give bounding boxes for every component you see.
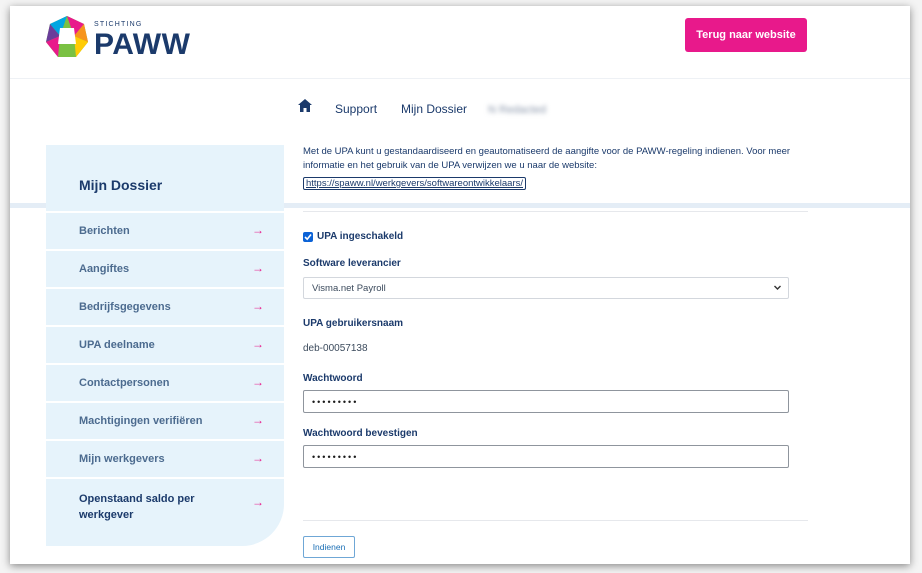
sidebar-item-label: Berichten bbox=[79, 225, 130, 237]
sidebar-item-mijn-werkgevers[interactable]: Mijn werkgevers → bbox=[46, 439, 284, 477]
home-icon[interactable] bbox=[298, 99, 312, 117]
wachtwoord-field[interactable]: ••••••••• bbox=[303, 390, 789, 413]
arrow-right-icon: → bbox=[252, 223, 264, 237]
arrow-right-icon: → bbox=[252, 261, 264, 275]
paww-logo-icon bbox=[46, 16, 88, 57]
arrow-right-icon: → bbox=[252, 375, 264, 389]
intro-text: Met de UPA kunt u gestandaardiseerd en g… bbox=[303, 146, 791, 171]
paww-logo[interactable]: STICHTING PAWW bbox=[44, 12, 194, 68]
upa-gebruikersnaam-value: deb-00057138 bbox=[303, 343, 368, 354]
upa-gebruikersnaam-label: UPA gebruikersnaam bbox=[303, 318, 404, 329]
software-leverancier-select[interactable]: Visma.net Payroll bbox=[303, 277, 789, 299]
browser-frame: STICHTING PAWW Terug naar website Suppor… bbox=[10, 6, 910, 564]
sidebar-item-label: Contactpersonen bbox=[79, 377, 170, 389]
sidebar-item-contactpersonen[interactable]: Contactpersonen → bbox=[46, 363, 284, 401]
arrow-right-icon: → bbox=[252, 337, 264, 351]
sidebar-item-openstaand-saldo[interactable]: Openstaand saldo per werkgever → bbox=[46, 477, 284, 546]
sidebar: Mijn Dossier Berichten → Aangiftes → Bed… bbox=[46, 145, 284, 546]
sidebar-item-berichten[interactable]: Berichten → bbox=[46, 211, 284, 249]
nav-user-menu[interactable]: N Redacted bbox=[488, 100, 554, 116]
nav-mijn-dossier-link[interactable]: Mijn Dossier bbox=[401, 102, 467, 116]
arrow-right-icon: → bbox=[252, 451, 264, 465]
arrow-right-icon: → bbox=[252, 495, 264, 509]
sidebar-item-label: Aangiftes bbox=[79, 263, 130, 275]
wachtwoord-bevestigen-label: Wachtwoord bevestigen bbox=[303, 428, 418, 439]
sidebar-item-label: Openstaand saldo per werkgever bbox=[79, 493, 195, 521]
sidebar-title: Mijn Dossier bbox=[79, 177, 163, 193]
sidebar-item-label: Mijn werkgevers bbox=[79, 453, 165, 465]
logo-subtitle: STICHTING bbox=[94, 21, 143, 28]
sidebar-item-bedrijfsgegevens[interactable]: Bedrijfsgegevens → bbox=[46, 287, 284, 325]
arrow-right-icon: → bbox=[252, 413, 264, 427]
sidebar-item-label: UPA deelname bbox=[79, 339, 155, 351]
software-leverancier-label: Software leverancier bbox=[303, 258, 401, 269]
sidebar-item-machtigingen-verifieren[interactable]: Machtigingen verifiëren → bbox=[46, 401, 284, 439]
section-divider bbox=[303, 211, 808, 212]
upa-settings-panel: Met de UPA kunt u gestandaardiseerd en g… bbox=[303, 145, 808, 558]
upa-enabled-label: UPA ingeschakeld bbox=[317, 231, 404, 242]
nav-support-link[interactable]: Support bbox=[335, 102, 377, 116]
chevron-down-icon bbox=[773, 283, 782, 295]
softwareontwikkelaars-link[interactable]: https://spaww.nl/werkgevers/softwareontw… bbox=[303, 177, 527, 190]
sidebar-item-upa-deelname[interactable]: UPA deelname → bbox=[46, 325, 284, 363]
indienen-button[interactable]: Indienen bbox=[303, 536, 355, 558]
section-divider bbox=[303, 520, 808, 521]
wachtwoord-label: Wachtwoord bbox=[303, 373, 363, 384]
top-navigation: Support Mijn Dossier N Redacted bbox=[10, 78, 910, 208]
sidebar-item-label: Machtigingen verifiëren bbox=[79, 415, 203, 427]
nav-user-name: N Redacted bbox=[488, 104, 547, 116]
back-to-website-button[interactable]: Terug naar website bbox=[685, 18, 807, 52]
wachtwoord-bevestigen-field[interactable]: ••••••••• bbox=[303, 445, 789, 468]
sidebar-item-label: Bedrijfsgegevens bbox=[79, 301, 171, 313]
sidebar-item-aangiftes[interactable]: Aangiftes → bbox=[46, 249, 284, 287]
software-leverancier-value: Visma.net Payroll bbox=[312, 283, 386, 294]
arrow-right-icon: → bbox=[252, 299, 264, 313]
logo-title: PAWW bbox=[94, 28, 191, 61]
upa-enabled-checkbox[interactable] bbox=[303, 232, 313, 242]
